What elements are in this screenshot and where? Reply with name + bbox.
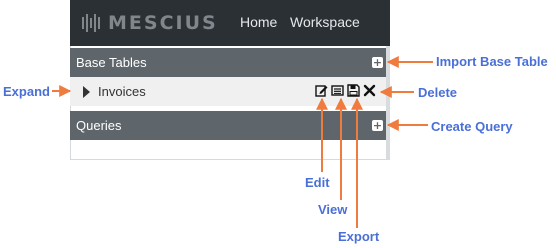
callout-view: View xyxy=(318,202,348,217)
callout-import-base-table: Import Base Table xyxy=(436,54,548,69)
callout-edit: Edit xyxy=(305,175,330,190)
callout-export: Export xyxy=(338,229,380,244)
callout-create-query: Create Query xyxy=(431,119,513,134)
callout-delete: Delete xyxy=(418,85,458,100)
callout-expand: Expand xyxy=(3,84,50,99)
